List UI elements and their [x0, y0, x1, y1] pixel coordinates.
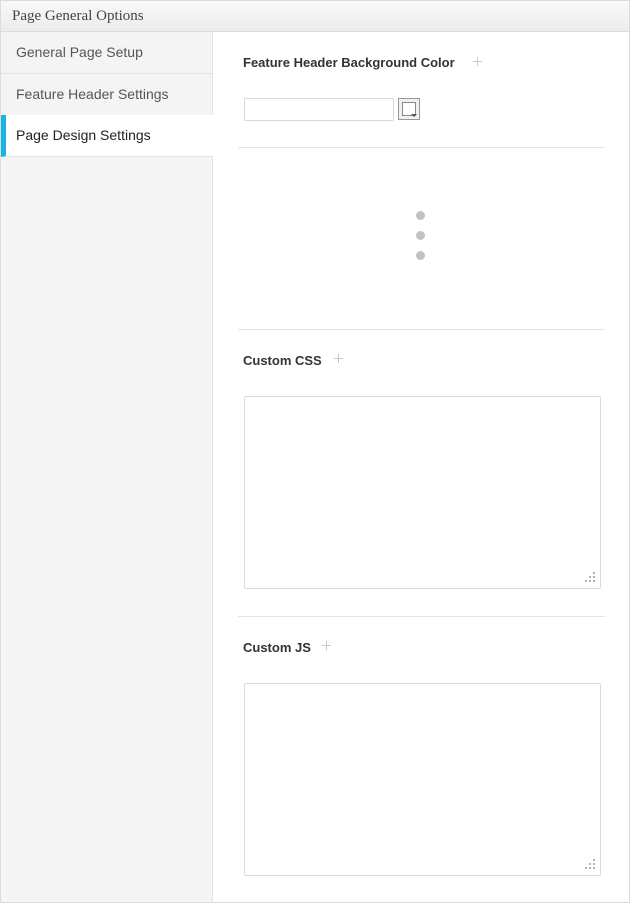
- resize-grip-icon[interactable]: [585, 859, 596, 870]
- plus-icon[interactable]: [473, 57, 482, 66]
- page-general-options-panel: Page General Options General Page Setup …: [0, 0, 630, 903]
- feature-bg-color-input[interactable]: [244, 98, 394, 121]
- custom-css-label: Custom CSS: [243, 353, 322, 368]
- dot: [416, 251, 425, 260]
- feature-bg-color-label: Feature Header Background Color: [243, 55, 455, 70]
- dot: [416, 231, 425, 240]
- vertical-ellipsis-icon[interactable]: [413, 210, 429, 260]
- sidebar-item-label: General Page Setup: [16, 44, 143, 60]
- chevron-down-icon: [411, 114, 417, 117]
- custom-js-textarea[interactable]: [244, 683, 601, 876]
- sidebar-item-page-design-settings[interactable]: Page Design Settings: [1, 115, 213, 157]
- panel-title: Page General Options: [12, 8, 144, 24]
- options-content: Feature Header Background Color Custom C…: [213, 32, 629, 902]
- dot: [416, 211, 425, 220]
- custom-js-label: Custom JS: [243, 640, 311, 655]
- panel-header: Page General Options: [1, 1, 629, 32]
- sidebar-item-feature-header-settings[interactable]: Feature Header Settings: [1, 74, 212, 116]
- resize-grip-icon[interactable]: [585, 572, 596, 583]
- plus-icon[interactable]: [334, 354, 343, 363]
- sidebar-item-label: Page Design Settings: [16, 127, 151, 143]
- custom-css-textarea[interactable]: [244, 396, 601, 589]
- color-swatch-button[interactable]: [398, 98, 420, 120]
- section-divider: [238, 329, 605, 330]
- options-sidebar: General Page Setup Feature Header Settin…: [1, 32, 213, 902]
- sidebar-item-general-page-setup[interactable]: General Page Setup: [1, 32, 212, 74]
- section-divider: [238, 616, 605, 617]
- section-divider: [238, 147, 605, 148]
- sidebar-item-label: Feature Header Settings: [16, 86, 169, 102]
- plus-icon[interactable]: [322, 641, 331, 650]
